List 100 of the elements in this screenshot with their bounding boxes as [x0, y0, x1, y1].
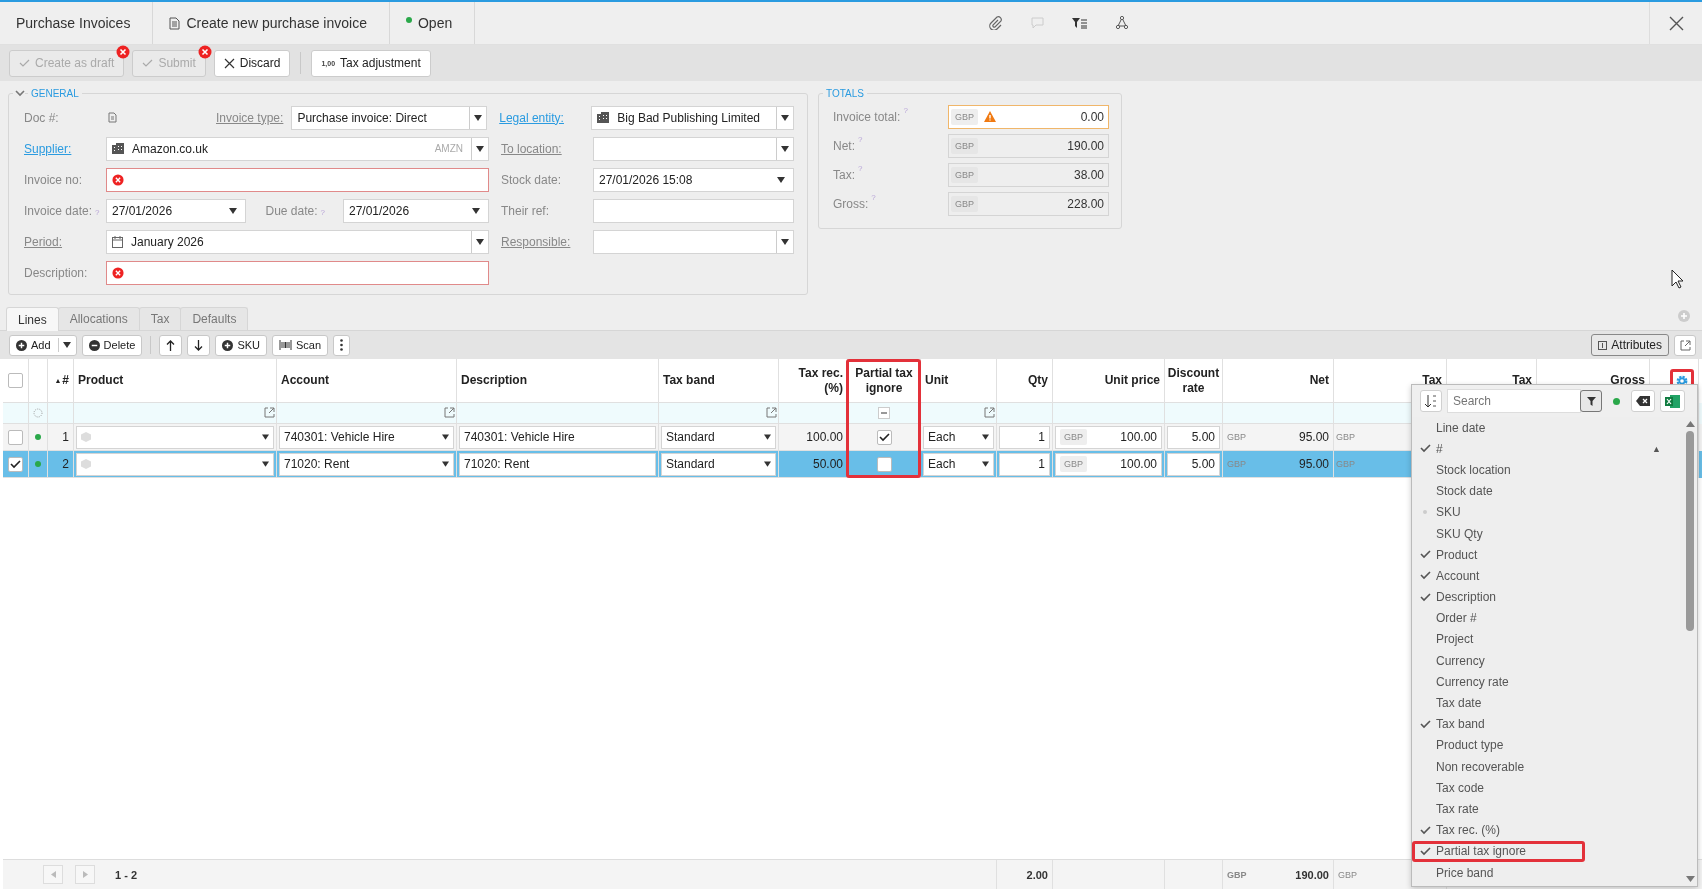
tab[interactable]: Tax [138, 307, 182, 330]
toolbar-button[interactable]: Scan [272, 334, 329, 356]
product-field[interactable] [76, 425, 274, 449]
field-label: Invoice date: [24, 203, 93, 218]
dropdown-icon[interactable] [472, 207, 480, 214]
breadcrumb[interactable]: Create new purchase invoice [153, 2, 390, 44]
column-option[interactable]: Currency rate [1412, 671, 1683, 693]
toolbar-button[interactable]: Add [9, 334, 77, 356]
checkbox[interactable] [876, 429, 892, 445]
description-field[interactable]: 71020: Rent [459, 452, 656, 476]
account-field[interactable]: 740301: Vehicle Hire [279, 425, 454, 449]
column-option[interactable]: Currency [1412, 650, 1683, 672]
column-option[interactable]: Product [1412, 544, 1683, 566]
discount-field[interactable]: 5.00 [1167, 452, 1220, 476]
filter-list-icon[interactable] [1072, 17, 1087, 29]
caret-icon[interactable] [57, 338, 73, 352]
dropdown-icon[interactable] [764, 434, 771, 440]
input-field[interactable]: Big Bad Publishing Limited [591, 105, 794, 130]
toolbar-button[interactable] [187, 334, 211, 356]
input-field[interactable]: 27/01/2026 [343, 198, 489, 223]
tax-band-field[interactable]: Standard [661, 452, 776, 476]
product-field[interactable] [76, 452, 274, 476]
price-field[interactable]: GBP 100.00 [1055, 425, 1162, 449]
column-option[interactable]: Description [1412, 586, 1683, 608]
close-icon[interactable] [1668, 15, 1684, 31]
select-all-checkbox[interactable] [8, 373, 23, 388]
input-field[interactable] [593, 229, 794, 254]
dropdown-icon[interactable] [442, 461, 449, 467]
attributes-button[interactable]: Attributes [1591, 334, 1669, 356]
column-option[interactable]: Tax rec. (%) [1412, 819, 1683, 841]
column-option[interactable]: Stock date [1412, 480, 1683, 502]
sort-button[interactable] [1420, 390, 1442, 412]
expand-icon[interactable] [264, 407, 275, 418]
excel-button[interactable] [1660, 390, 1685, 412]
input-field[interactable] [593, 136, 794, 161]
net-total: 190.00 [1295, 868, 1329, 881]
price-field[interactable]: GBP 100.00 [1055, 452, 1162, 476]
account-field[interactable]: 71020: Rent [279, 452, 454, 476]
share-icon[interactable] [1115, 16, 1129, 30]
input-field[interactable] [106, 260, 489, 285]
column-option[interactable]: Tax band [1412, 713, 1683, 735]
dropdown-icon[interactable] [262, 461, 269, 467]
breadcrumb[interactable]: Purchase Invoices [0, 2, 154, 44]
dropdown-icon[interactable] [982, 461, 989, 467]
expand-icon[interactable] [766, 407, 777, 418]
expand-icon[interactable] [984, 407, 995, 418]
row-checkbox[interactable] [8, 456, 23, 472]
clear-button[interactable] [1631, 390, 1655, 412]
qty-field[interactable]: 1 [999, 425, 1050, 449]
toolbar-button[interactable]: Delete [81, 334, 143, 356]
dropdown-icon[interactable] [262, 434, 269, 440]
input-field[interactable] [593, 198, 794, 223]
dropdown-icon[interactable] [229, 207, 237, 214]
tax-band-field[interactable]: Standard [661, 425, 776, 449]
column-option[interactable]: Stock location [1412, 459, 1683, 481]
expand-icon[interactable] [444, 407, 455, 418]
tab[interactable]: Defaults [180, 307, 249, 330]
column-option[interactable]: Product type [1412, 734, 1683, 756]
column-option[interactable]: Tax rate [1412, 798, 1683, 820]
dropdown-icon[interactable] [982, 434, 989, 440]
unit-field[interactable]: Each [923, 452, 994, 476]
tab[interactable]: Allocations [57, 307, 140, 330]
action-button[interactable]: Discard [213, 49, 291, 77]
column-option[interactable]: SKU [1412, 501, 1683, 523]
qty-field[interactable]: 1 [999, 452, 1050, 476]
checkbox[interactable] [876, 456, 892, 472]
column-option[interactable]: Project [1412, 628, 1683, 651]
input-field[interactable]: Amazon.co.uk AMZN [106, 136, 489, 161]
input-field[interactable]: 27/01/2026 [106, 198, 246, 223]
filter-checkbox[interactable] [878, 407, 890, 419]
row-checkbox[interactable] [8, 429, 23, 445]
scroll-up-icon[interactable] [1685, 421, 1695, 427]
input-field[interactable]: 27/01/2026 15:08 [593, 167, 794, 192]
scroll-down-icon[interactable] [1685, 876, 1695, 882]
input-field[interactable]: January 2026 [106, 229, 489, 254]
currency-tag: GBP [1338, 869, 1357, 880]
dropdown-icon[interactable] [777, 176, 785, 183]
search-field[interactable]: Search [1447, 389, 1581, 413]
filter-button[interactable] [1580, 390, 1602, 412]
breadcrumb[interactable]: Open [389, 2, 476, 44]
column-option[interactable]: Tax date [1412, 692, 1683, 714]
tab[interactable]: Lines [6, 307, 59, 331]
scrollbar-thumb[interactable] [1686, 431, 1694, 631]
input-field[interactable]: Purchase invoice: Direct [291, 105, 488, 130]
column-option[interactable]: Order # [1412, 607, 1683, 629]
unit-field[interactable]: Each [923, 425, 994, 449]
column-option[interactable]: Account [1412, 565, 1683, 587]
column-option[interactable]: Tax code [1412, 777, 1683, 799]
toolbar-button[interactable] [159, 334, 183, 356]
column-option[interactable]: Partial tax ignore [1412, 840, 1585, 862]
column-option[interactable]: SKU Qty [1412, 522, 1683, 545]
input-field[interactable] [106, 167, 489, 192]
toolbar-button[interactable]: SKU [215, 334, 267, 356]
description-field[interactable]: 740301: Vehicle Hire [459, 425, 656, 449]
column-option[interactable]: Price band [1412, 861, 1683, 884]
column-option[interactable]: Non recoverable [1412, 756, 1683, 778]
dropdown-icon[interactable] [442, 434, 449, 440]
paperclip-icon[interactable] [989, 16, 1003, 30]
discount-field[interactable]: 5.00 [1167, 425, 1220, 449]
dropdown-icon[interactable] [764, 461, 771, 467]
